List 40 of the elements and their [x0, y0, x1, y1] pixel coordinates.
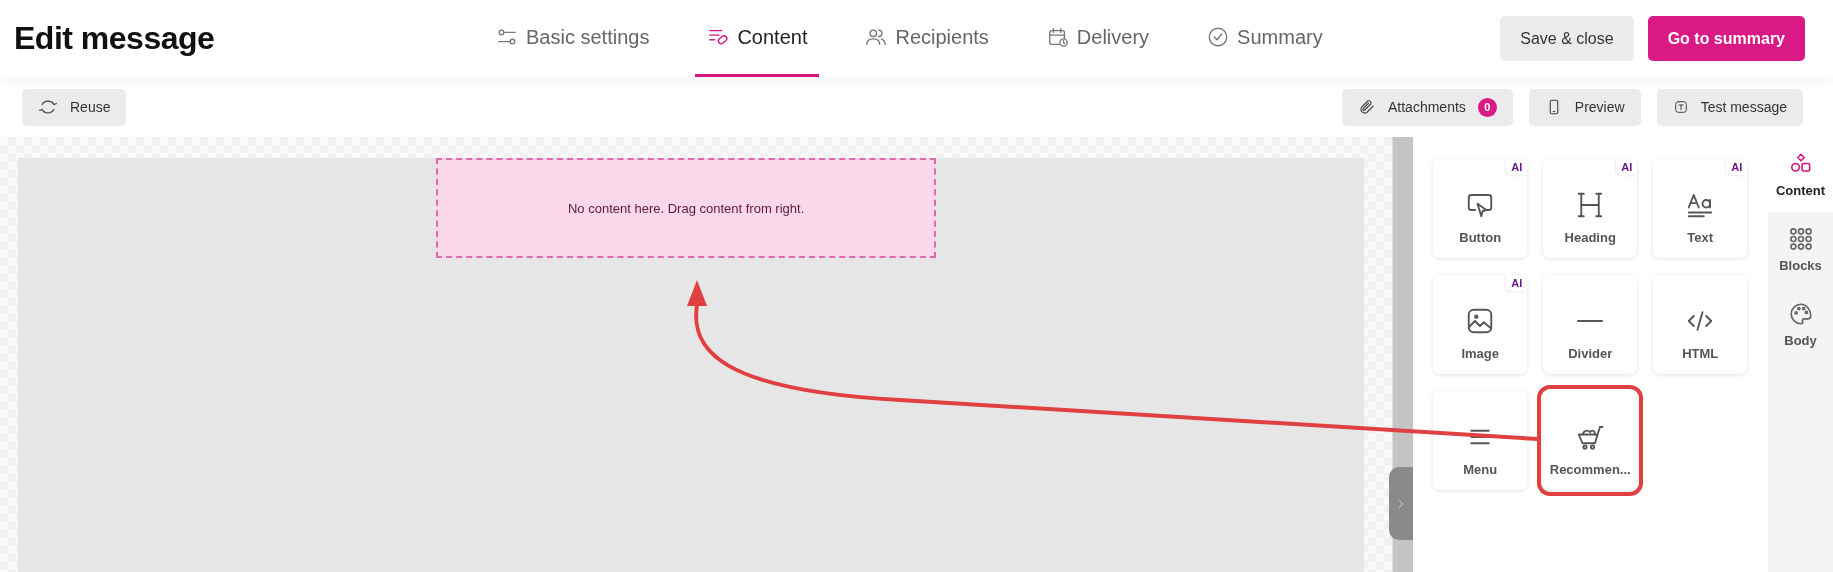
secondary-button[interactable]: Save & close — [1500, 16, 1634, 61]
side-tab[interactable]: Content — [1768, 137, 1833, 212]
calendar-clock-icon — [1046, 26, 1069, 48]
paperclip-icon — [1358, 98, 1376, 116]
scrollbar[interactable] — [1392, 137, 1414, 572]
divider-icon — [1577, 319, 1604, 323]
step-tab[interactable]: Content — [695, 0, 820, 77]
preview-button[interactable]: Preview — [1528, 88, 1641, 126]
side-tab[interactable]: Body — [1768, 287, 1833, 362]
collapse-handle[interactable] — [1389, 467, 1414, 540]
block-card[interactable]: AI Heading — [1543, 159, 1638, 258]
step-tab[interactable]: Basic settings — [484, 0, 662, 77]
check-circle-icon — [1207, 26, 1230, 48]
count-badge: 0 — [1477, 97, 1497, 117]
block-card[interactable]: AI Text — [1653, 159, 1748, 258]
palette-icon — [1787, 301, 1814, 327]
drop-zone-message: No content here. Drag content from right. — [567, 200, 805, 216]
people-icon — [865, 26, 888, 48]
dots-grid-icon — [1787, 226, 1814, 252]
test-message-button[interactable]: Test message — [1656, 88, 1803, 126]
page-title: Edit message — [14, 20, 216, 57]
primary-button[interactable]: Go to summary — [1647, 16, 1805, 61]
block-card[interactable]: HTML — [1653, 275, 1748, 374]
block-card[interactable]: AI Image — [1433, 275, 1528, 374]
block-card[interactable]: Menu — [1433, 391, 1528, 490]
step-tab[interactable]: Delivery — [1034, 0, 1162, 77]
attachments-button[interactable]: Attachments 0 — [1342, 88, 1513, 126]
block-card[interactable]: AI Button — [1433, 159, 1528, 258]
step-tab[interactable]: Summary — [1195, 0, 1335, 77]
text-box-icon — [1672, 99, 1689, 115]
ai-badge: AI — [1506, 159, 1528, 175]
sliders-icon — [496, 26, 518, 48]
reuse-button[interactable]: Reuse — [22, 88, 127, 126]
ai-badge: AI — [1616, 159, 1638, 175]
block-card[interactable]: Divider — [1543, 275, 1638, 374]
ai-badge: AI — [1506, 275, 1528, 291]
cycle-icon — [38, 97, 58, 117]
side-tab[interactable]: Blocks — [1768, 212, 1833, 287]
ai-badge: AI — [1726, 159, 1748, 175]
step-tab[interactable]: Recipients — [853, 0, 1001, 77]
